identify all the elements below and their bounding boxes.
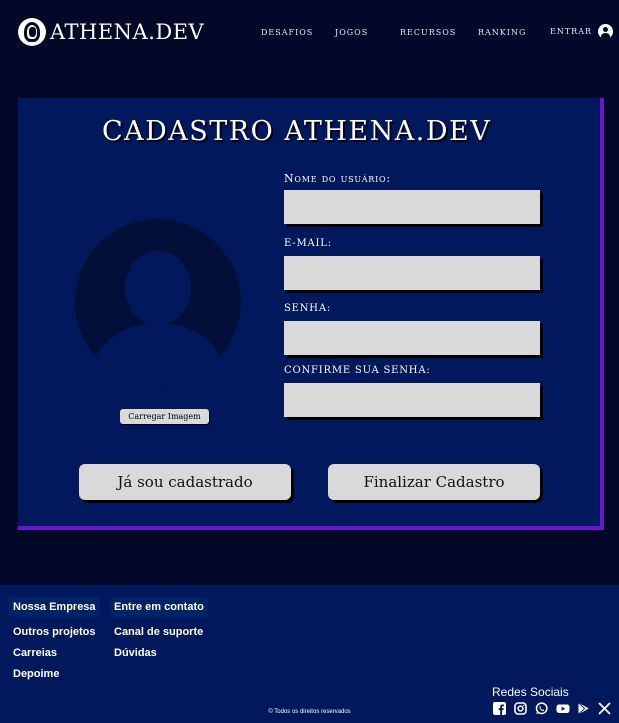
footer-link-duvidas[interactable]: Dúvidas [114,647,157,659]
site-header: ATHENA.DEV DESAFIOS JOGOS RECURSOS RANKI… [0,0,619,66]
finish-signup-button[interactable]: Finalizar Cadastro [328,464,540,500]
username-label: Nome do usuário: [284,172,391,185]
footer-link-depoime[interactable]: Depoime [13,668,59,680]
email-input[interactable] [284,256,540,290]
play-store-icon[interactable] [576,701,591,716]
password-label: SENHA: [284,303,332,314]
nav-ranking[interactable]: RANKING [478,28,526,37]
nav-desafios[interactable]: DESAFIOS [261,28,313,37]
nav-entrar[interactable]: ENTRAR [550,24,613,39]
already-registered-button[interactable]: Já sou cadastrado [79,464,291,500]
password-input[interactable] [284,321,540,355]
entrar-label: ENTRAR [550,27,592,36]
nav-jogos[interactable]: JOGOS [335,28,368,37]
avatar-placeholder-icon [75,219,241,385]
site-footer: Nossa Empresa Outros projetos Carreias D… [0,585,619,723]
facebook-icon[interactable] [492,701,507,716]
athena-helmet-icon [18,18,46,46]
x-twitter-icon[interactable] [597,701,612,716]
footer-link-suporte[interactable]: Canal de suporte [114,626,203,638]
footer-link-carreias[interactable]: Carreias [13,647,57,659]
logo-text: ATHENA.DEV [50,20,205,44]
social-heading: Redes Sociais [492,685,569,699]
signup-card: CADASTRO ATHENA.DEV Carregar Imagem Nome… [18,98,604,530]
confirm-password-label: CONFIRME SUA SENHA: [284,365,431,376]
footer-contact-heading[interactable]: Entre em contato [110,597,208,617]
user-icon [598,24,613,39]
upload-image-button[interactable]: Carregar Imagem [120,409,209,424]
page-title: CADASTRO ATHENA.DEV [102,116,492,147]
logo[interactable]: ATHENA.DEV [18,18,204,46]
footer-link-outros-projetos[interactable]: Outros projetos [13,626,96,638]
whatsapp-icon[interactable] [534,701,549,716]
instagram-icon[interactable] [513,701,528,716]
nav-recursos[interactable]: RECURSOS [400,28,456,37]
social-icons [492,701,612,716]
email-label: E-MAIL: [284,238,332,249]
youtube-icon[interactable] [555,701,570,716]
confirm-password-input[interactable] [284,383,540,417]
username-input[interactable] [284,190,540,224]
footer-company-heading[interactable]: Nossa Empresa [9,597,100,617]
